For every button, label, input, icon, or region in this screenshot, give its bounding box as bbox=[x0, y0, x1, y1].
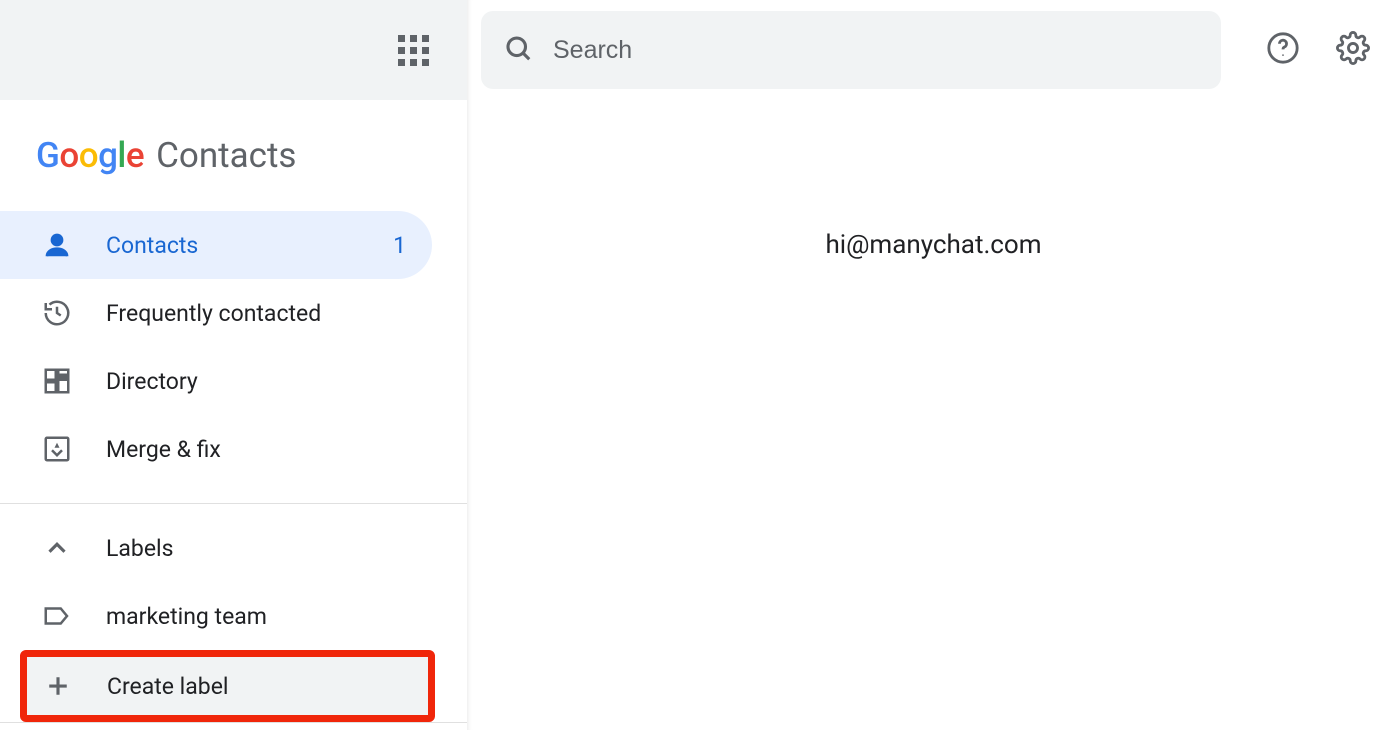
labels-section: Labels marketing team bbox=[0, 514, 467, 650]
history-icon bbox=[42, 298, 106, 328]
topbar bbox=[467, 0, 1400, 100]
chevron-up-icon bbox=[42, 533, 106, 563]
nav-item-contacts[interactable]: Contacts 1 bbox=[0, 211, 432, 279]
nav-item-label: Merge & fix bbox=[106, 436, 406, 463]
nav-item-merge-fix[interactable]: Merge & fix bbox=[0, 415, 432, 483]
plus-icon bbox=[43, 671, 107, 701]
labels-header-label: Labels bbox=[106, 535, 406, 562]
directory-icon bbox=[42, 366, 106, 396]
label-tag-icon bbox=[42, 601, 106, 631]
brand-product: Contacts bbox=[156, 135, 296, 176]
nav-item-label: Directory bbox=[106, 368, 406, 395]
main: hi@manychat.com bbox=[467, 0, 1400, 730]
search-input[interactable] bbox=[553, 36, 1199, 65]
nav-item-frequently-contacted[interactable]: Frequently contacted bbox=[0, 279, 432, 347]
top-actions bbox=[1266, 31, 1370, 69]
brand: G o o g l e Contacts bbox=[0, 100, 467, 211]
settings-gear-icon[interactable] bbox=[1336, 31, 1370, 69]
search-icon bbox=[503, 33, 533, 67]
create-label-text: Create label bbox=[107, 673, 402, 700]
app-root: G o o g l e Contacts Contacts 1 bbox=[0, 0, 1400, 730]
label-item-label: marketing team bbox=[106, 603, 406, 630]
search-box[interactable] bbox=[481, 11, 1221, 89]
google-logo: G o o g l e bbox=[36, 135, 144, 176]
labels-header[interactable]: Labels bbox=[0, 514, 432, 582]
nav-item-directory[interactable]: Directory bbox=[0, 347, 432, 415]
create-label-highlight: Create label bbox=[20, 650, 435, 722]
nav: Contacts 1 Frequently contacted bbox=[0, 211, 467, 483]
sidebar: G o o g l e Contacts Contacts 1 bbox=[0, 0, 467, 730]
create-label-button[interactable]: Create label bbox=[27, 657, 428, 715]
divider bbox=[0, 503, 467, 504]
sidebar-topbar bbox=[0, 0, 467, 100]
merge-fix-icon bbox=[42, 434, 106, 464]
nav-item-count: 1 bbox=[393, 232, 406, 259]
nav-item-label: Contacts bbox=[106, 232, 393, 259]
help-icon[interactable] bbox=[1266, 31, 1300, 69]
nav-item-label: Frequently contacted bbox=[106, 300, 406, 327]
label-item[interactable]: marketing team bbox=[0, 582, 432, 650]
contact-email: hi@manychat.com bbox=[825, 230, 1041, 260]
person-icon bbox=[42, 230, 106, 260]
apps-grid-icon[interactable] bbox=[389, 26, 437, 74]
divider bbox=[0, 722, 467, 723]
content-area: hi@manychat.com bbox=[467, 100, 1400, 730]
